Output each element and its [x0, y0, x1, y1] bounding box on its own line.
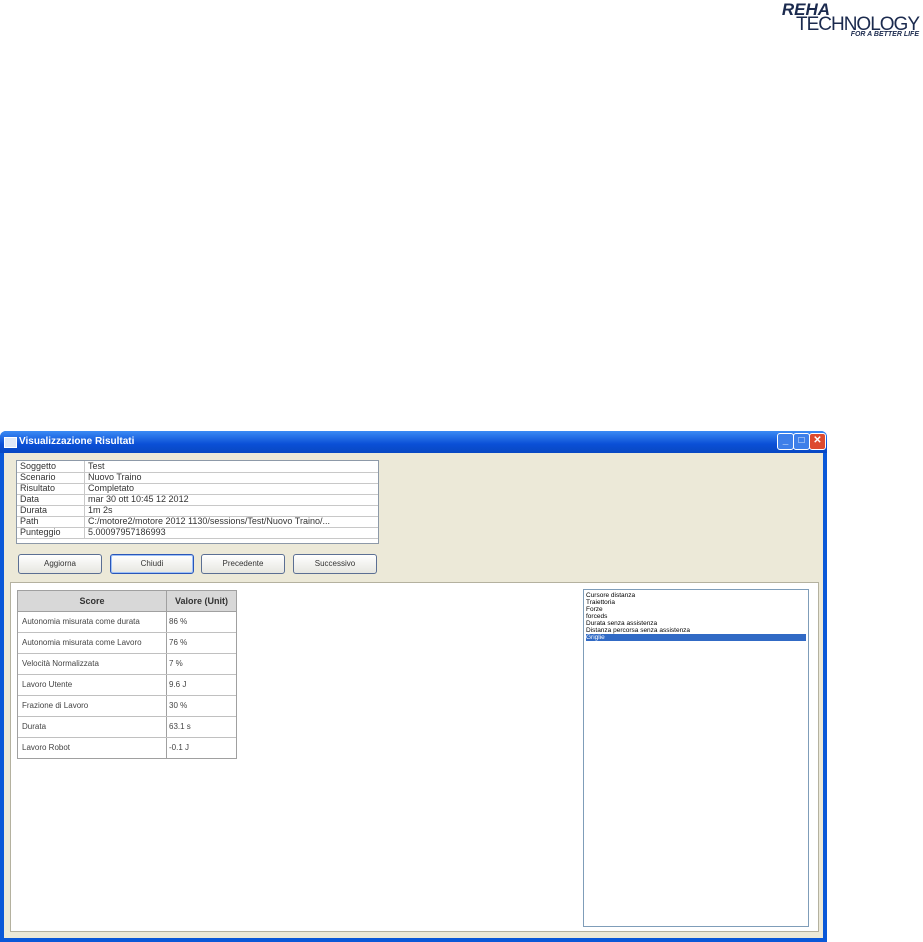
column-header-value[interactable]: Valore (Unit) — [167, 591, 236, 612]
score-value: -0.1 J — [169, 743, 190, 752]
score-name: Autonomia misurata come durata — [18, 612, 167, 632]
info-label: Risultato — [20, 483, 85, 494]
reha-technology-logo: REHA TECHNOLOGY FOR A BETTER LIFE — [782, 0, 923, 42]
score-name: Lavoro Utente — [18, 675, 167, 695]
graph-selection-list[interactable]: Cursore distanza Traiettoria Forze force… — [583, 589, 809, 927]
list-item[interactable]: Cursore distanza — [586, 592, 806, 599]
table-row[interactable]: Lavoro Robot -0.1 J — [18, 738, 236, 758]
list-item[interactable]: Distanza percorsa senza assistenza — [586, 627, 806, 634]
score-name: Lavoro Robot — [18, 738, 167, 758]
info-value: Nuovo Traino — [88, 472, 142, 482]
table-row[interactable]: Frazione di Lavoro 30 % — [18, 696, 236, 717]
logo-tagline: FOR A BETTER LIFE — [850, 31, 919, 38]
info-value: C:/motore2/motore 2012 1130/sessions/Tes… — [88, 516, 330, 526]
list-item[interactable]: Forze — [586, 606, 806, 613]
table-row[interactable]: Durata 63.1 s — [18, 717, 236, 738]
title-bar[interactable]: Visualizzazione Risultati _ □ ✕ — [0, 431, 827, 453]
score-value: 9.6 J — [169, 680, 187, 689]
score-value: 30 % — [169, 701, 188, 710]
list-item[interactable]: Traiettoria — [586, 599, 806, 606]
table-row[interactable]: Velocità Normalizzata 7 % — [18, 654, 236, 675]
list-item[interactable]: forceds — [586, 613, 806, 620]
score-name: Durata — [18, 717, 167, 737]
score-value: 76 % — [169, 638, 188, 647]
info-label: Scenario — [20, 472, 85, 483]
window-title: Visualizzazione Risultati — [19, 436, 135, 447]
next-button[interactable]: Successivo — [293, 554, 377, 574]
session-info-grid: Soggetto Test Scenario Nuovo Traino Risu… — [16, 460, 379, 544]
refresh-button[interactable]: Aggiorna — [18, 554, 102, 574]
close-button[interactable]: Chiudi — [110, 554, 194, 574]
table-row[interactable]: Autonomia misurata come Lavoro 76 % — [18, 633, 236, 654]
info-value: Test — [88, 461, 105, 471]
minimize-button[interactable]: _ — [777, 433, 794, 450]
score-value: 7 % — [169, 659, 183, 668]
score-value: 86 % — [169, 617, 188, 626]
score-value: 63.1 s — [169, 722, 191, 731]
scores-table: Score Valore (Unit) Autonomia misurata c… — [17, 590, 237, 759]
column-header-score[interactable]: Score — [18, 591, 167, 612]
window-client-area: Soggetto Test Scenario Nuovo Traino Risu… — [4, 453, 823, 938]
info-label: Path — [20, 516, 85, 527]
list-item[interactable]: Durata senza assistenza — [586, 620, 806, 627]
table-row[interactable]: Lavoro Utente 9.6 J — [18, 675, 236, 696]
info-value: 1m 2s — [88, 505, 113, 515]
maximize-button[interactable]: □ — [793, 433, 810, 450]
close-window-button[interactable]: ✕ — [809, 433, 826, 450]
list-item-selected[interactable]: Griglie — [586, 634, 806, 641]
table-row[interactable]: Autonomia misurata come durata 86 % — [18, 612, 236, 633]
info-label: Durata — [20, 505, 85, 516]
score-name: Frazione di Lavoro — [18, 696, 167, 716]
info-label: Soggetto — [20, 461, 85, 472]
info-value: Completato — [88, 483, 135, 493]
previous-button[interactable]: Precedente — [201, 554, 285, 574]
app-window-icon — [4, 437, 17, 448]
info-label: Data — [20, 494, 85, 505]
results-panel: Score Valore (Unit) Autonomia misurata c… — [10, 582, 819, 932]
score-name: Velocità Normalizzata — [18, 654, 167, 674]
score-name: Autonomia misurata come Lavoro — [18, 633, 167, 653]
results-window: Visualizzazione Risultati _ □ ✕ Soggetto… — [0, 431, 827, 942]
info-value: 5.00097957186993 — [88, 527, 166, 537]
info-label: Punteggio — [20, 527, 85, 538]
info-row-score: Punteggio 5.00097957186993 — [17, 527, 378, 539]
info-value: mar 30 ott 10:45 12 2012 — [88, 494, 189, 504]
